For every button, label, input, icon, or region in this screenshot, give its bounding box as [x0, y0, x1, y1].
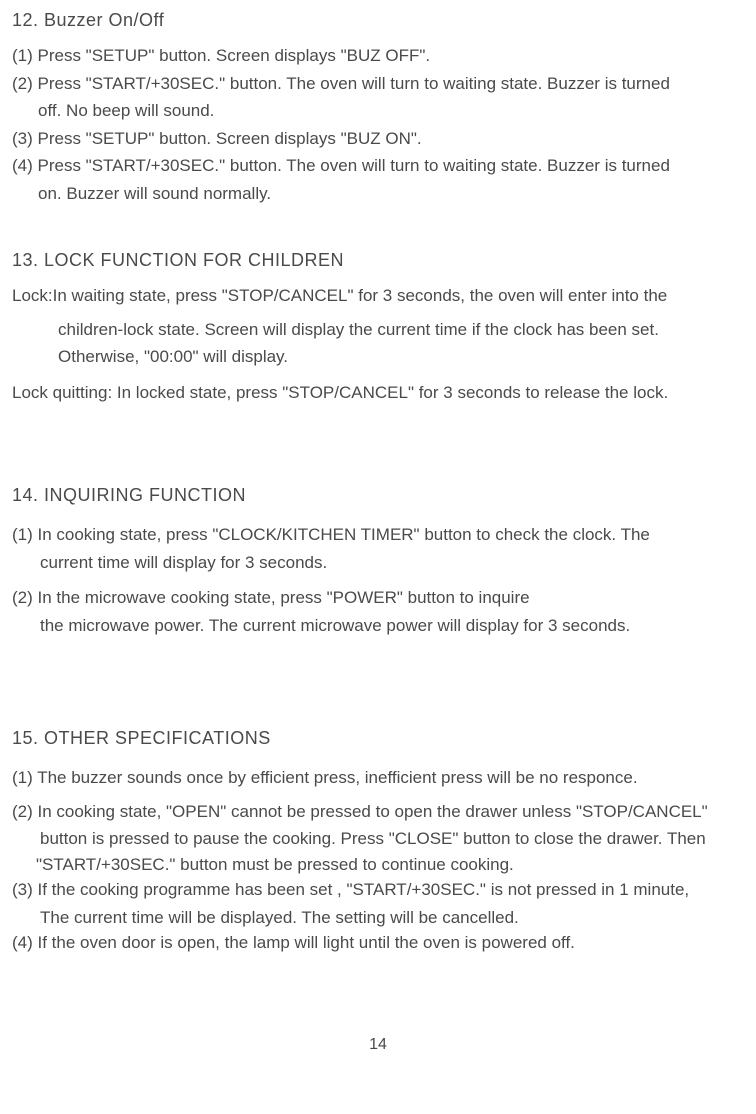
section-13-lock: 13. LOCK FUNCTION FOR CHILDREN Lock: In … [12, 250, 738, 405]
section-15-item-3a: (3) If the cooking programme has been se… [12, 877, 738, 903]
section-15-item-2b: button is pressed to pause the cooking. … [12, 826, 738, 852]
section-15-item-3b: The current time will be displayed. The … [12, 905, 738, 931]
section-15-item-1: (1) The buzzer sounds once by efficient … [12, 765, 738, 791]
section-14-item-2a: (2) In the microwave cooking state, pres… [12, 585, 738, 611]
section-15-other: 15. OTHER SPECIFICATIONS (1) The buzzer … [12, 728, 738, 956]
section-12-item-2b: off. No beep will sound. [12, 98, 738, 124]
section-12-heading: 12. Buzzer On/Off [12, 10, 738, 31]
section-14-inquiring: 14. INQUIRING FUNCTION (1) In cooking st… [12, 485, 738, 638]
section-13-lock-line3: Otherwise, "00:00" will display. [12, 344, 738, 370]
section-12-item-3: (3) Press "SETUP" button. Screen display… [12, 126, 738, 152]
section-13-lock-line1: Lock: In waiting state, press "STOP/CANC… [12, 283, 738, 309]
section-14-item-1b: current time will display for 3 seconds. [12, 550, 738, 576]
lock-text1: In waiting state, press "STOP/CANCEL" fo… [53, 283, 668, 309]
section-13-lock-line2: children-lock state. Screen will display… [12, 317, 738, 343]
section-15-item-4: (4) If the oven door is open, the lamp w… [12, 930, 738, 956]
section-14-item-2b: the microwave power. The current microwa… [12, 613, 738, 639]
section-13-heading: 13. LOCK FUNCTION FOR CHILDREN [12, 250, 738, 271]
section-13-quit: Lock quitting: In locked state, press "S… [12, 380, 738, 406]
section-14-item-1a: (1) In cooking state, press "CLOCK/KITCH… [12, 522, 738, 548]
section-12-item-4a: (4) Press "START/+30SEC." button. The ov… [12, 153, 738, 179]
section-15-item-2c: "START/+30SEC." button must be pressed t… [12, 852, 738, 878]
section-12-item-4b: on. Buzzer will sound normally. [12, 181, 738, 207]
page-number: 14 [0, 1036, 756, 1054]
section-12-item-2a: (2) Press "START/+30SEC." button. The ov… [12, 71, 738, 97]
section-15-heading: 15. OTHER SPECIFICATIONS [12, 728, 738, 749]
section-12-buzzer: 12. Buzzer On/Off (1) Press "SETUP" butt… [12, 10, 738, 206]
lock-label: Lock: [12, 283, 53, 309]
section-14-heading: 14. INQUIRING FUNCTION [12, 485, 738, 506]
section-12-item-1: (1) Press "SETUP" button. Screen display… [12, 43, 738, 69]
section-15-item-2a: (2) In cooking state, "OPEN" cannot be p… [12, 799, 738, 825]
